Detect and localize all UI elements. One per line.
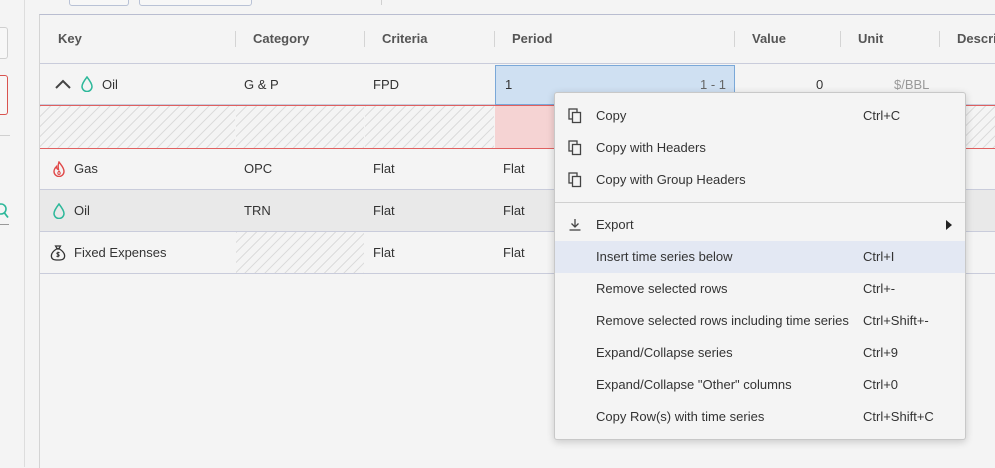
copy-icon [568,108,582,124]
panel-button[interactable] [0,27,8,59]
column-header-description[interactable]: Descri [957,15,995,63]
menu-item-label: Expand/Collapse "Other" columns [596,377,792,392]
menu-item-shortcut: Ctrl+0 [863,377,899,392]
key-cell[interactable]: Oil [54,64,118,104]
column-header-period[interactable]: Period [512,15,552,63]
divider [0,135,10,136]
column-resize-handle[interactable] [364,31,365,47]
panel-button-error[interactable] [0,75,8,115]
key-label: Oil [102,76,118,92]
toolbar-button[interactable] [139,0,252,6]
key-label: Gas [74,161,98,176]
criteria-cell[interactable]: Flat [373,232,395,273]
left-panel [0,0,24,467]
column-header-category[interactable]: Category [253,15,309,63]
gas-flame-icon [53,160,65,177]
menu-item-remove-rows-including-time-series[interactable]: Remove selected rows including time seri… [555,305,965,337]
chevron-up-icon[interactable] [54,75,72,93]
search-icon[interactable] [0,203,9,219]
menu-item-label: Remove selected rows including time seri… [596,313,849,328]
category-cell[interactable]: OPC [244,148,272,189]
column-resize-handle[interactable] [235,31,236,47]
category-cell[interactable]: TRN [244,190,271,231]
menu-item-label: Expand/Collapse series [596,345,733,360]
criteria-cell[interactable]: FPD [373,64,399,104]
column-resize-handle[interactable] [734,31,735,47]
toolbar-button[interactable] [69,0,129,6]
menu-item-shortcut: Ctrl+- [863,281,896,296]
menu-item-label: Remove selected rows [596,281,728,296]
menu-item-shortcut: Ctrl+I [863,249,895,264]
menu-item-shortcut: Ctrl+Shift+- [863,313,929,328]
menu-item-export[interactable]: Export [555,209,965,241]
column-header-criteria[interactable]: Criteria [382,15,428,63]
menu-item-expand-collapse-series[interactable]: Expand/Collapse series Ctrl+9 [555,337,965,369]
column-header-key[interactable]: Key [58,15,82,63]
menu-item-shortcut: Ctrl+C [863,108,901,123]
menu-item-shortcut: Ctrl+9 [863,345,899,360]
column-resize-handle[interactable] [939,31,940,47]
period-cell[interactable]: Flat [503,232,525,273]
menu-item-expand-collapse-other-columns[interactable]: Expand/Collapse "Other" columns Ctrl+0 [555,369,965,401]
disabled-cell [365,106,494,148]
grid-header: Key Category Criteria Period Value Unit … [40,15,995,64]
menu-item-shortcut: Ctrl+Shift+C [863,409,934,424]
period-cell[interactable]: Flat [503,148,525,189]
download-icon [569,219,581,231]
disabled-cell [236,232,364,273]
toolbar-divider [381,0,382,5]
panel-divider [24,0,25,467]
disabled-cell [236,106,364,148]
oil-drop-icon [81,76,93,92]
submenu-arrow-icon [946,220,952,230]
period-value: 1 [505,77,513,92]
menu-item-remove-selected-rows[interactable]: Remove selected rows Ctrl+- [555,273,965,305]
key-cell[interactable]: Fixed Expenses [50,232,167,273]
period-range: 1 - 1 [699,77,726,92]
category-cell[interactable]: G & P [244,64,279,104]
menu-item-label: Insert time series below [596,249,733,264]
money-bag-icon [50,244,66,261]
copy-icon [568,140,582,156]
menu-item-copy-with-headers[interactable]: Copy with Headers [555,132,965,164]
menu-item-label: Copy with Headers [596,140,706,155]
copy-icon [568,172,582,188]
key-cell[interactable]: Gas [52,148,98,189]
key-label: Fixed Expenses [74,245,167,260]
menu-item-label: Copy Row(s) with time series [596,409,765,424]
menu-item-label: Copy [596,108,627,123]
column-header-unit[interactable]: Unit [858,15,883,63]
oil-drop-icon [53,202,65,219]
criteria-cell[interactable]: Flat [373,148,395,189]
menu-item-insert-time-series-below[interactable]: Insert time series below Ctrl+I [555,241,965,273]
menu-item-label: Copy with Group Headers [596,172,746,187]
menu-item-copy[interactable]: Copy Ctrl+C [555,100,965,132]
key-cell[interactable]: Oil [52,190,90,231]
criteria-cell[interactable]: Flat [373,190,395,231]
column-resize-handle[interactable] [840,31,841,47]
menu-divider [555,202,965,203]
disabled-cell [40,106,235,148]
column-resize-handle[interactable] [494,31,495,47]
disabled-cell [965,106,995,148]
context-menu: Copy Ctrl+C Copy with Headers Copy with … [554,92,966,440]
column-header-value[interactable]: Value [752,15,786,63]
menu-item-copy-with-group-headers[interactable]: Copy with Group Headers [555,164,965,196]
menu-item-label: Export [596,217,634,232]
menu-item-copy-rows-with-time-series[interactable]: Copy Row(s) with time series Ctrl+Shift+… [555,401,965,433]
divider [0,224,9,225]
key-label: Oil [74,203,90,218]
period-cell[interactable]: Flat [503,190,525,231]
period-cell-error[interactable] [495,106,555,148]
